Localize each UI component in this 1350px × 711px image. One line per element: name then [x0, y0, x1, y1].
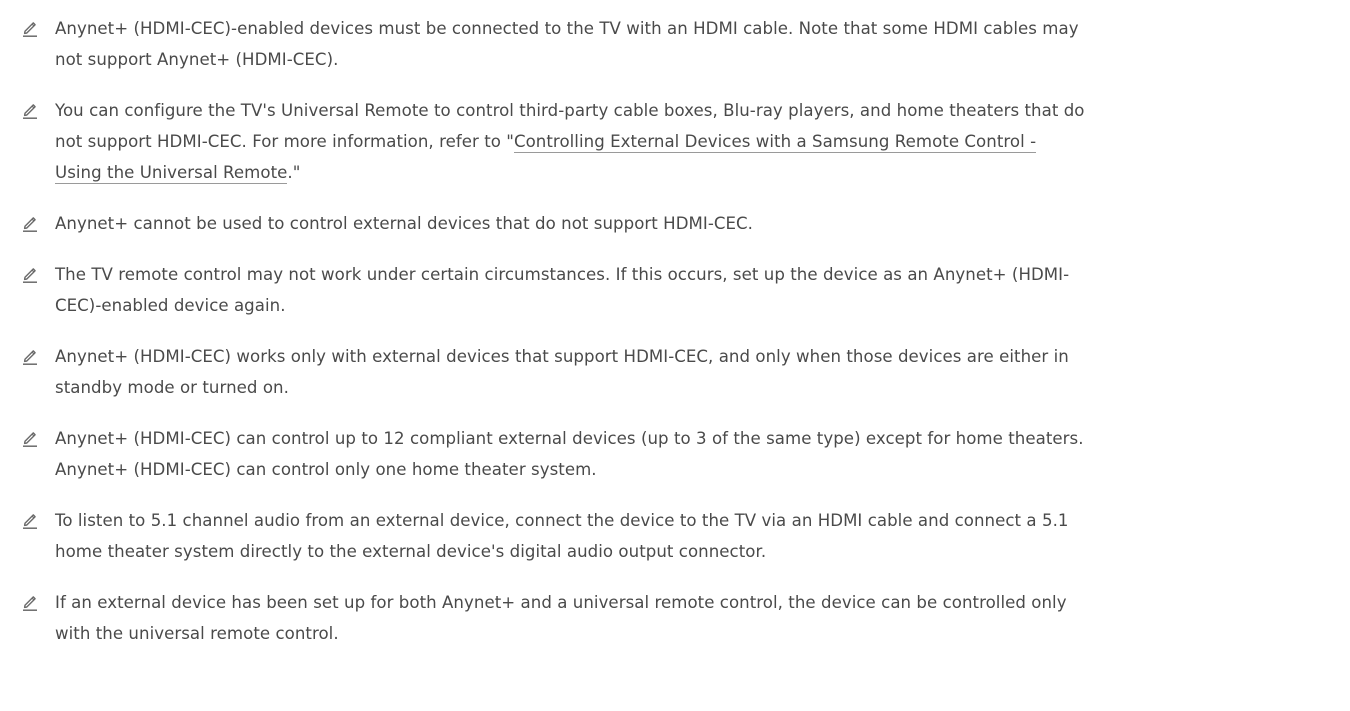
pencil-note-icon	[23, 350, 37, 365]
note-item: The TV remote control may not work under…	[20, 259, 1330, 321]
note-text: Anynet+ cannot be used to control extern…	[55, 214, 754, 233]
note-text: You can configure the TV's Universal Rem…	[55, 95, 1330, 188]
note-text: If an external device has been set up fo…	[55, 593, 1067, 643]
note-item: Anynet+ (HDMI-CEC)-enabled devices must …	[20, 13, 1330, 75]
pencil-note-icon	[23, 432, 37, 447]
note-item: Anynet+ (HDMI-CEC) can control up to 12 …	[20, 423, 1330, 485]
note-item: If an external device has been set up fo…	[20, 587, 1330, 649]
note-item: You can configure the TV's Universal Rem…	[20, 95, 1330, 188]
universal-remote-link-line2[interactable]: Using the Universal Remote	[55, 163, 288, 184]
pencil-note-icon	[23, 22, 37, 37]
note-text: Anynet+ (HDMI-CEC)-enabled devices must …	[55, 19, 1079, 69]
note-text: Anynet+ (HDMI-CEC) can control up to 12 …	[55, 429, 1084, 479]
pencil-note-icon	[23, 596, 37, 611]
pencil-note-icon	[23, 217, 37, 232]
pencil-note-icon	[23, 514, 37, 529]
note-text: Anynet+ (HDMI-CEC) works only with exter…	[55, 347, 1069, 397]
note-item: To listen to 5.1 channel audio from an e…	[20, 505, 1330, 567]
universal-remote-link-line1[interactable]: Controlling External Devices with a Sams…	[513, 132, 1037, 153]
note-text-after-link: ."	[287, 163, 301, 182]
pencil-note-icon	[23, 104, 37, 119]
note-text: To listen to 5.1 channel audio from an e…	[55, 511, 1069, 561]
pencil-note-icon	[23, 268, 37, 283]
notes-list: Anynet+ (HDMI-CEC)-enabled devices must …	[20, 13, 1330, 669]
note-item: Anynet+ (HDMI-CEC) works only with exter…	[20, 341, 1330, 403]
note-item: Anynet+ cannot be used to control extern…	[20, 208, 1330, 239]
note-text: The TV remote control may not work under…	[55, 265, 1070, 315]
